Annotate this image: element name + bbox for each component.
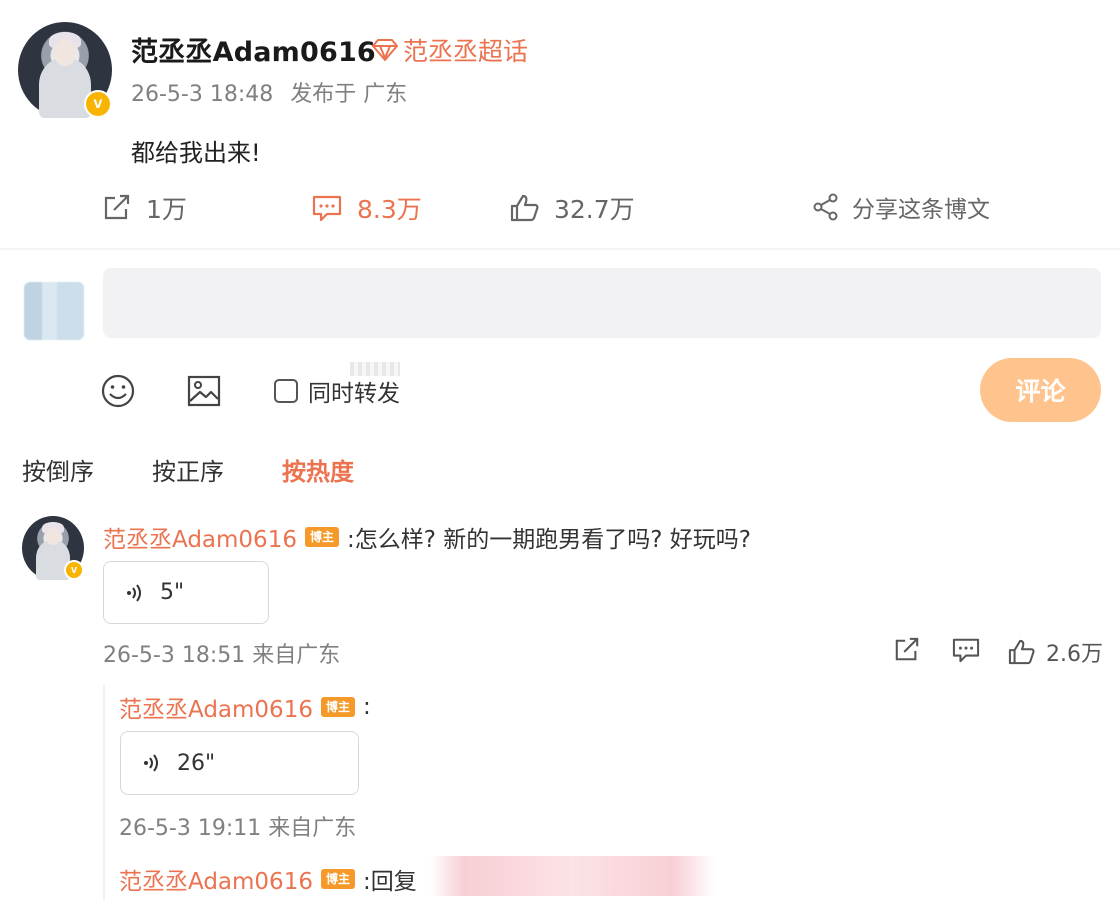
post-content: 都给我出来! [131, 139, 261, 167]
section-divider [0, 248, 1120, 250]
like-icon [510, 194, 539, 222]
diamond-icon [372, 39, 398, 61]
comment-count: 8.3万 [357, 195, 422, 224]
voice-icon [127, 583, 141, 602]
submit-comment-button[interactable]: 评论 [980, 358, 1101, 422]
blurred-mention [430, 856, 715, 896]
post-author-name[interactable]: 范丞丞Adam0616 [131, 30, 376, 69]
like-button[interactable]: 32.7万 [510, 190, 635, 226]
comment-button[interactable]: 8.3万 [311, 190, 422, 226]
like-count: 32.7万 [554, 195, 635, 224]
comment-meta: 26-5-3 18:51 来自广东 [103, 643, 341, 668]
comment-input[interactable] [103, 268, 1101, 338]
comment-avatar[interactable]: v [22, 516, 84, 580]
sort-tab-reverse[interactable]: 按倒序 [22, 452, 94, 487]
host-badge: 博主 [320, 869, 355, 889]
comment-text: :怎么样? 新的一期跑男看了吗? 好玩吗? [346, 527, 751, 553]
like-icon [1008, 639, 1035, 665]
author-avatar[interactable]: v [18, 22, 112, 118]
reply-line: 范丞丞Adam0616 博主 :回复 [119, 862, 417, 896]
share-label: 分享这条博文 [852, 197, 990, 223]
post-location: 发布于 广东 [290, 82, 408, 107]
reply-author-name[interactable]: 范丞丞Adam0616 [119, 690, 313, 724]
repost-button[interactable]: 1万 [102, 190, 187, 226]
comment-like-button[interactable]: 2.6万 [1008, 636, 1103, 668]
voice-message[interactable]: 5" [103, 561, 269, 624]
also-repost-checkbox[interactable] [274, 379, 298, 403]
voice-duration: 26" [177, 750, 216, 776]
voice-duration: 5" [160, 580, 185, 605]
repost-icon[interactable] [893, 637, 921, 663]
reply-thread-rail [103, 685, 105, 900]
share-button[interactable]: 分享这条博文 [812, 190, 990, 224]
also-repost-label: 同时转发 [308, 381, 400, 407]
comment-icon [312, 195, 342, 222]
reply-line: 范丞丞Adam0616 博主 : [119, 690, 371, 724]
share-icon [813, 193, 838, 221]
repost-icon [104, 194, 130, 220]
current-user-avatar [24, 282, 84, 340]
comment-icon[interactable] [951, 637, 981, 663]
post-meta: 26-5-3 18:48 发布于 广东 [131, 76, 407, 108]
emoji-icon[interactable] [101, 374, 135, 408]
post-time[interactable]: 26-5-3 18:48 [131, 82, 273, 107]
avatar-hood-shape [38, 58, 92, 118]
verified-icon: v [64, 560, 84, 580]
comment-line: 范丞丞Adam0616 博主 :怎么样? 新的一期跑男看了吗? 好玩吗? [103, 520, 751, 554]
voice-message[interactable]: 26" [120, 731, 359, 795]
reply-meta: 26-5-3 19:11 来自广东 [119, 816, 357, 841]
image-icon[interactable] [187, 374, 221, 408]
also-repost-toggle[interactable]: 同时转发 [274, 374, 400, 408]
reply-author-name[interactable]: 范丞丞Adam0616 [119, 862, 313, 896]
comment-like-count: 2.6万 [1046, 642, 1103, 667]
sort-tab-chronological[interactable]: 按正序 [152, 452, 224, 487]
verified-icon: v [84, 90, 112, 118]
voice-icon [144, 754, 158, 772]
supertopic-link[interactable]: 范丞丞超话 [371, 32, 528, 68]
reply-text: : [362, 694, 371, 720]
comment-author-name[interactable]: 范丞丞Adam0616 [103, 520, 297, 554]
blurred-region [350, 362, 400, 376]
host-badge: 博主 [304, 527, 339, 547]
repost-count: 1万 [146, 195, 187, 224]
host-badge: 博主 [320, 697, 355, 717]
supertopic-label: 范丞丞超话 [403, 37, 529, 66]
reply-text: :回复 [362, 869, 417, 895]
sort-tab-hot[interactable]: 按热度 [282, 452, 354, 487]
